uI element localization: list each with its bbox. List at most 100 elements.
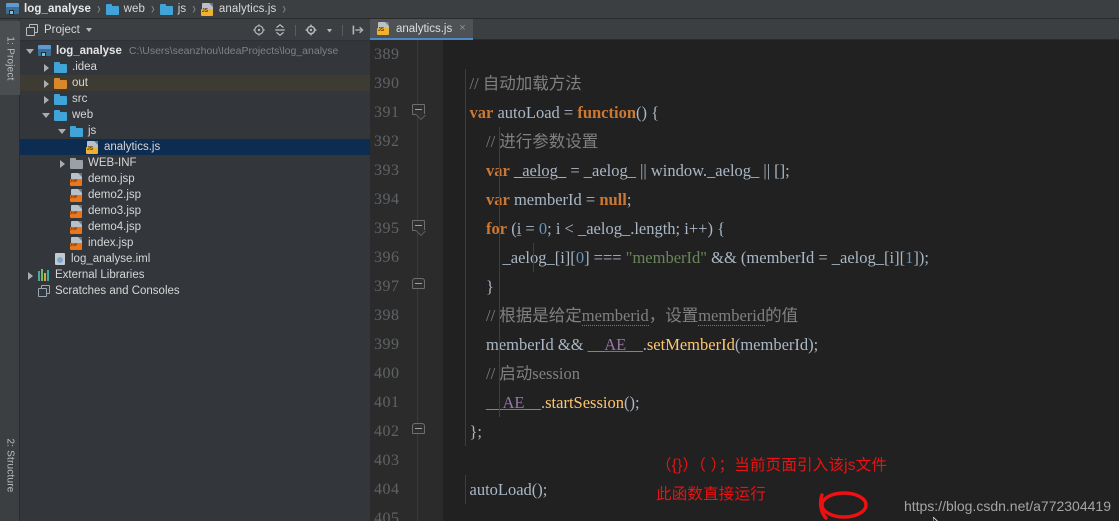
line-number: 396 <box>374 249 400 266</box>
chevron-right-icon[interactable] <box>42 95 51 104</box>
tree-item-external-libraries[interactable]: External Libraries <box>20 267 370 283</box>
collapse-all-icon[interactable] <box>274 24 286 36</box>
editor-scrollbar[interactable] <box>1107 61 1119 521</box>
code-line[interactable]: } <box>443 272 1119 301</box>
fold-slot[interactable] <box>411 98 433 127</box>
breadcrumb-label: web <box>123 3 146 15</box>
tree-item-out[interactable]: out <box>20 75 370 91</box>
fold-end-icon[interactable] <box>412 278 425 289</box>
hide-icon[interactable] <box>352 24 364 36</box>
chevron-right-icon[interactable] <box>58 159 67 168</box>
code-line[interactable]: var _aelog_ = _aelog_ || window._aelog_ … <box>443 156 1119 185</box>
fold-expanded-icon[interactable] <box>412 104 425 115</box>
tree-item-demo2-jsp[interactable]: demo2.jsp <box>20 187 370 203</box>
tree-item-analytics-js[interactable]: analytics.js <box>20 139 370 155</box>
code-line[interactable]: _aelog_[i][0] === "memberId" && (memberI… <box>443 243 1119 272</box>
module-icon <box>6 3 20 15</box>
tree-item-web[interactable]: web <box>20 107 370 123</box>
indent-guide <box>465 127 466 156</box>
code-viewport: 389 390 391 392 393 394 395 396 397 398 399 400 401 4… <box>370 40 1119 521</box>
tree-item-scratches-and-consoles[interactable]: Scratches and Consoles <box>20 283 370 299</box>
editor-gutter[interactable]: 389 390 391 392 393 394 395 396 397 398 399 400 401 4… <box>370 40 443 521</box>
gear-dropdown-caret-icon[interactable] <box>326 24 333 36</box>
project-tree[interactable]: log_analyse C:\Users\seanzhou\IdeaProject… <box>20 41 370 521</box>
chevron-right-icon[interactable] <box>26 271 35 280</box>
code-line[interactable]: // 启动session <box>443 359 1119 388</box>
chevron-down-icon[interactable] <box>26 47 35 56</box>
mouse-pointer <box>933 517 938 521</box>
tree-item-demo-jsp[interactable]: demo.jsp <box>20 171 370 187</box>
code-text[interactable]: // 自动加载方法 var autoLoad = function() { //… <box>443 40 1119 521</box>
js-file-icon <box>86 140 100 154</box>
project-panel-header: Project <box>20 19 370 41</box>
editor-tab-analytics-js[interactable]: analytics.js × <box>370 19 473 40</box>
code-line[interactable]: for (i = 0; i < _aelog_.length; i++) { <box>443 214 1119 243</box>
fold-end-icon[interactable] <box>412 423 425 434</box>
code-token: 的值 <box>765 306 799 325</box>
project-icon <box>26 23 39 36</box>
code-line[interactable]: var autoLoad = function() { <box>443 98 1119 127</box>
indent-guide <box>465 388 466 417</box>
folder-icon <box>54 93 68 105</box>
code-line[interactable]: var memberId = null; <box>443 185 1119 214</box>
code-token: autoLoad(); <box>469 480 548 499</box>
tree-item-log-analyse-iml[interactable]: log_analyse.iml <box>20 251 370 267</box>
tree-item-js[interactable]: js <box>20 123 370 139</box>
locate-icon[interactable] <box>253 24 265 36</box>
chevron-down-icon[interactable] <box>58 127 67 136</box>
chevron-down-icon[interactable] <box>85 27 92 32</box>
tree-item-index-jsp[interactable]: index.jsp <box>20 235 370 251</box>
fold-expanded-icon[interactable] <box>412 220 425 231</box>
tree-item-web-inf[interactable]: WEB-INF <box>20 155 370 171</box>
tree-item-demo4-jsp[interactable]: demo4.jsp <box>20 219 370 235</box>
chevron-right-icon[interactable] <box>42 63 51 72</box>
breadcrumb-item-1[interactable]: web <box>105 0 146 19</box>
code-token: 0 <box>538 219 548 238</box>
breadcrumb-item-0[interactable]: log_analyse <box>6 0 91 19</box>
indent-guide <box>533 243 534 272</box>
code-line[interactable]: // 进行参数设置 <box>443 127 1119 156</box>
gear-icon[interactable] <box>305 24 317 36</box>
fold-slot[interactable] <box>411 417 433 446</box>
tool-window-tab-structure[interactable]: 2: Structure <box>0 421 20 509</box>
code-line[interactable]: }; <box>443 417 1119 446</box>
indent-guide <box>465 243 466 272</box>
code-token: for <box>486 219 508 238</box>
breadcrumb-item-2[interactable]: js <box>159 0 187 19</box>
fold-slot[interactable] <box>411 272 433 301</box>
code-line[interactable]: // 根据是给定memberid，设置memberid的值 <box>443 301 1119 330</box>
indent-guide <box>499 272 500 301</box>
code-token: "memberId" <box>625 248 708 267</box>
tree-item--idea[interactable]: .idea <box>20 59 370 75</box>
indent-guide <box>465 475 466 504</box>
iml-file-icon <box>54 252 67 266</box>
indent-guide <box>465 156 466 185</box>
code-line[interactable]: memberId && __AE__.setMemberId(memberId)… <box>443 330 1119 359</box>
code-token: && (memberId = _aelog_[i][ <box>707 248 906 267</box>
close-icon[interactable]: × <box>459 23 465 34</box>
tree-item-src[interactable]: src <box>20 91 370 107</box>
indent-guide <box>465 69 466 98</box>
tree-item-log-analyse[interactable]: log_analyse C:\Users\seanzhou\IdeaProject… <box>20 43 370 59</box>
tool-window-tab-project[interactable]: 1: Project <box>0 21 20 95</box>
chevron-right-icon[interactable] <box>42 79 51 88</box>
tree-item-demo3-jsp[interactable]: demo3.jsp <box>20 203 370 219</box>
fold-slot[interactable] <box>411 214 433 243</box>
editor-area: analytics.js × 3893903913923933943953963… <box>370 19 1119 521</box>
code-token: null <box>599 190 627 209</box>
code-token: ]); <box>913 248 929 267</box>
code-line[interactable] <box>443 40 1119 69</box>
libraries-icon <box>38 269 51 281</box>
code-line[interactable]: // 自动加载方法 <box>443 69 1119 98</box>
chevron-down-icon[interactable] <box>42 111 51 120</box>
code-line[interactable]: __AE__.startSession(); <box>443 388 1119 417</box>
breadcrumb-item-3[interactable]: analytics.js <box>200 0 276 19</box>
tree-item-label: src <box>72 93 88 105</box>
code-token: memberid <box>698 306 766 326</box>
fold-marker-column[interactable] <box>411 40 433 521</box>
code-token: // 启动session <box>486 364 580 383</box>
